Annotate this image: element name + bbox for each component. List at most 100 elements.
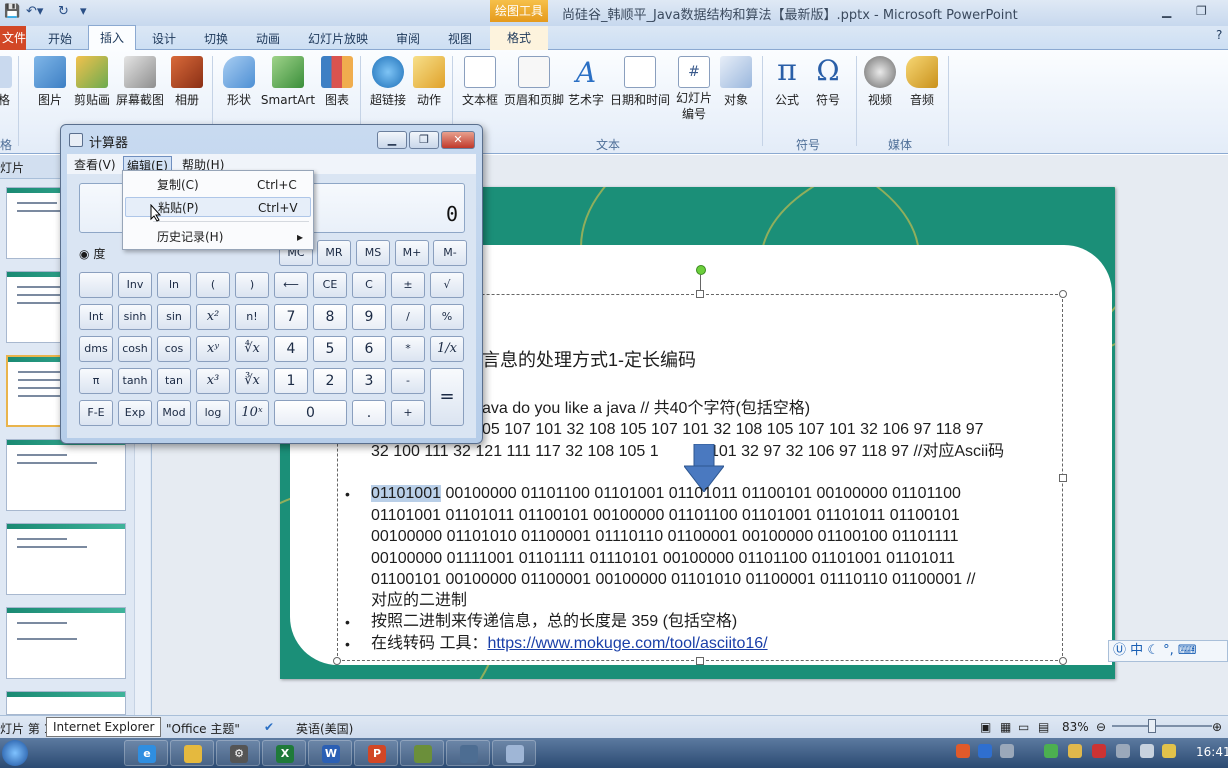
calc-maximize-button[interactable]: ❐: [409, 131, 439, 149]
picture-button[interactable]: 图片: [32, 56, 68, 108]
zoom-slider[interactable]: [1112, 725, 1212, 727]
language-indicator[interactable]: 英语(美国): [296, 720, 353, 737]
keyboard-icon[interactable]: ⌨: [1178, 643, 1197, 658]
key-0[interactable]: 0: [274, 400, 347, 426]
help-icon[interactable]: ?: [1216, 28, 1222, 42]
tab-animations[interactable]: 动画: [256, 30, 280, 47]
spellcheck-icon[interactable]: ✔: [264, 720, 274, 734]
tab-file[interactable]: 文件: [0, 26, 26, 50]
network-icon[interactable]: [1116, 744, 1130, 758]
key-backspace[interactable]: ⟵: [274, 272, 308, 298]
calc-close-button[interactable]: ✕: [441, 131, 475, 149]
wordart-button[interactable]: A 艺术字: [566, 56, 606, 108]
reading-view-icon[interactable]: ▭: [1018, 720, 1029, 734]
zoom-in-icon[interactable]: ⊕: [1212, 720, 1222, 734]
key-dms[interactable]: dms: [79, 336, 113, 362]
key-m-plus[interactable]: M+: [395, 240, 429, 266]
key-multiply[interactable]: *: [391, 336, 425, 362]
taskbar-app[interactable]: [446, 740, 490, 766]
screenshot-button[interactable]: 屏幕截图: [114, 56, 166, 108]
tray-app-icon[interactable]: [1000, 744, 1014, 758]
menu-item-history[interactable]: 历史记录(H) ▸: [125, 227, 311, 247]
volume-icon[interactable]: [1140, 744, 1154, 758]
key-minus[interactable]: -: [391, 368, 425, 394]
slide-thumbnail[interactable]: [6, 439, 126, 511]
object-button[interactable]: 对象: [718, 56, 754, 108]
key-2[interactable]: 2: [313, 368, 347, 394]
zoom-level[interactable]: 83%: [1062, 720, 1089, 734]
key-plus-minus[interactable]: ±: [391, 272, 425, 298]
taskbar-clock[interactable]: 16:41: [1196, 745, 1228, 759]
taskbar-excel[interactable]: X: [262, 740, 306, 766]
album-button[interactable]: 相册: [170, 56, 204, 108]
shapes-button[interactable]: 形状: [222, 56, 256, 108]
redo-icon[interactable]: ↻: [58, 4, 69, 19]
key-9[interactable]: 9: [352, 304, 386, 330]
resize-handle[interactable]: [1059, 657, 1067, 665]
key-tan[interactable]: tan: [157, 368, 191, 394]
key-6[interactable]: 6: [352, 336, 386, 362]
audio-button[interactable]: 音频: [904, 56, 940, 108]
tab-insert[interactable]: 插入: [88, 25, 136, 51]
resize-handle[interactable]: [333, 657, 341, 665]
resize-handle[interactable]: [1059, 290, 1067, 298]
resize-handle[interactable]: [696, 657, 704, 665]
key-percent[interactable]: %: [430, 304, 464, 330]
tab-transitions[interactable]: 切换: [204, 30, 228, 47]
key-sinh[interactable]: sinh: [118, 304, 152, 330]
tab-slides[interactable]: 灯片: [0, 159, 24, 176]
tray-app-icon[interactable]: [1068, 744, 1082, 758]
tab-review[interactable]: 审阅: [396, 30, 420, 47]
calc-minimize-button[interactable]: ▁: [377, 131, 407, 149]
restore-icon[interactable]: ❐: [1196, 4, 1207, 18]
security-icon[interactable]: [1162, 744, 1176, 758]
action-button[interactable]: 动作: [412, 56, 446, 108]
key-cube-root[interactable]: ∛x: [235, 368, 269, 394]
chart-button[interactable]: 图表: [320, 56, 354, 108]
zoom-slider-thumb[interactable]: [1148, 719, 1156, 733]
key-inv[interactable]: Inv: [118, 272, 152, 298]
key-lparen[interactable]: (: [196, 272, 230, 298]
taskbar-word[interactable]: W: [308, 740, 352, 766]
key-divide[interactable]: /: [391, 304, 425, 330]
datetime-button[interactable]: 日期和时间: [608, 56, 672, 108]
slide-thumbnail[interactable]: [6, 523, 126, 595]
key-reciprocal[interactable]: 1/x: [430, 336, 464, 362]
taskbar-calculator[interactable]: [492, 740, 536, 766]
tray-app-icon[interactable]: [1092, 744, 1106, 758]
key-rparen[interactable]: ): [235, 272, 269, 298]
key-c[interactable]: C: [352, 272, 386, 298]
key-1[interactable]: 1: [274, 368, 308, 394]
online-tool-link[interactable]: https://www.mokuge.com/tool/asciito16/: [487, 635, 767, 652]
punctuation-icon[interactable]: °,: [1163, 643, 1174, 658]
tray-help-icon[interactable]: [978, 744, 992, 758]
minimize-icon[interactable]: ▁: [1162, 4, 1171, 18]
menu-view[interactable]: 查看(V): [71, 156, 119, 173]
key-int[interactable]: Int: [79, 304, 113, 330]
key-plus[interactable]: +: [391, 400, 425, 426]
taskbar-app[interactable]: [400, 740, 444, 766]
key-fe[interactable]: F-E: [79, 400, 113, 426]
key-ms[interactable]: MS: [356, 240, 390, 266]
hyperlink-button[interactable]: 超链接: [366, 56, 410, 108]
smartart-button[interactable]: SmartArt: [260, 56, 316, 108]
header-footer-button[interactable]: 页眉和页脚: [502, 56, 566, 108]
key-8[interactable]: 8: [313, 304, 347, 330]
key-sqrt[interactable]: √: [430, 272, 464, 298]
tab-view[interactable]: 视图: [448, 30, 472, 47]
key-exp[interactable]: Exp: [118, 400, 152, 426]
key-y-root-x[interactable]: ∜x: [235, 336, 269, 362]
key-m-minus[interactable]: M-: [433, 240, 467, 266]
slide-thumbnail[interactable]: [6, 607, 126, 679]
undo-icon[interactable]: ↶▾: [26, 4, 43, 19]
customize-quick-access-icon[interactable]: ▾: [80, 4, 87, 19]
key-tanh[interactable]: tanh: [118, 368, 152, 394]
key-equals[interactable]: =: [430, 368, 464, 426]
normal-view-icon[interactable]: ▣: [980, 720, 991, 734]
tab-design[interactable]: 设计: [152, 30, 176, 47]
tab-slideshow[interactable]: 幻灯片放映: [308, 30, 368, 47]
ime-toolbar[interactable]: Ⓤ 中 ☾ °, ⌨: [1108, 640, 1228, 662]
slide-number-button[interactable]: # 幻灯片 编号: [674, 56, 714, 122]
save-icon[interactable]: 💾: [4, 4, 20, 19]
key-cosh[interactable]: cosh: [118, 336, 152, 362]
